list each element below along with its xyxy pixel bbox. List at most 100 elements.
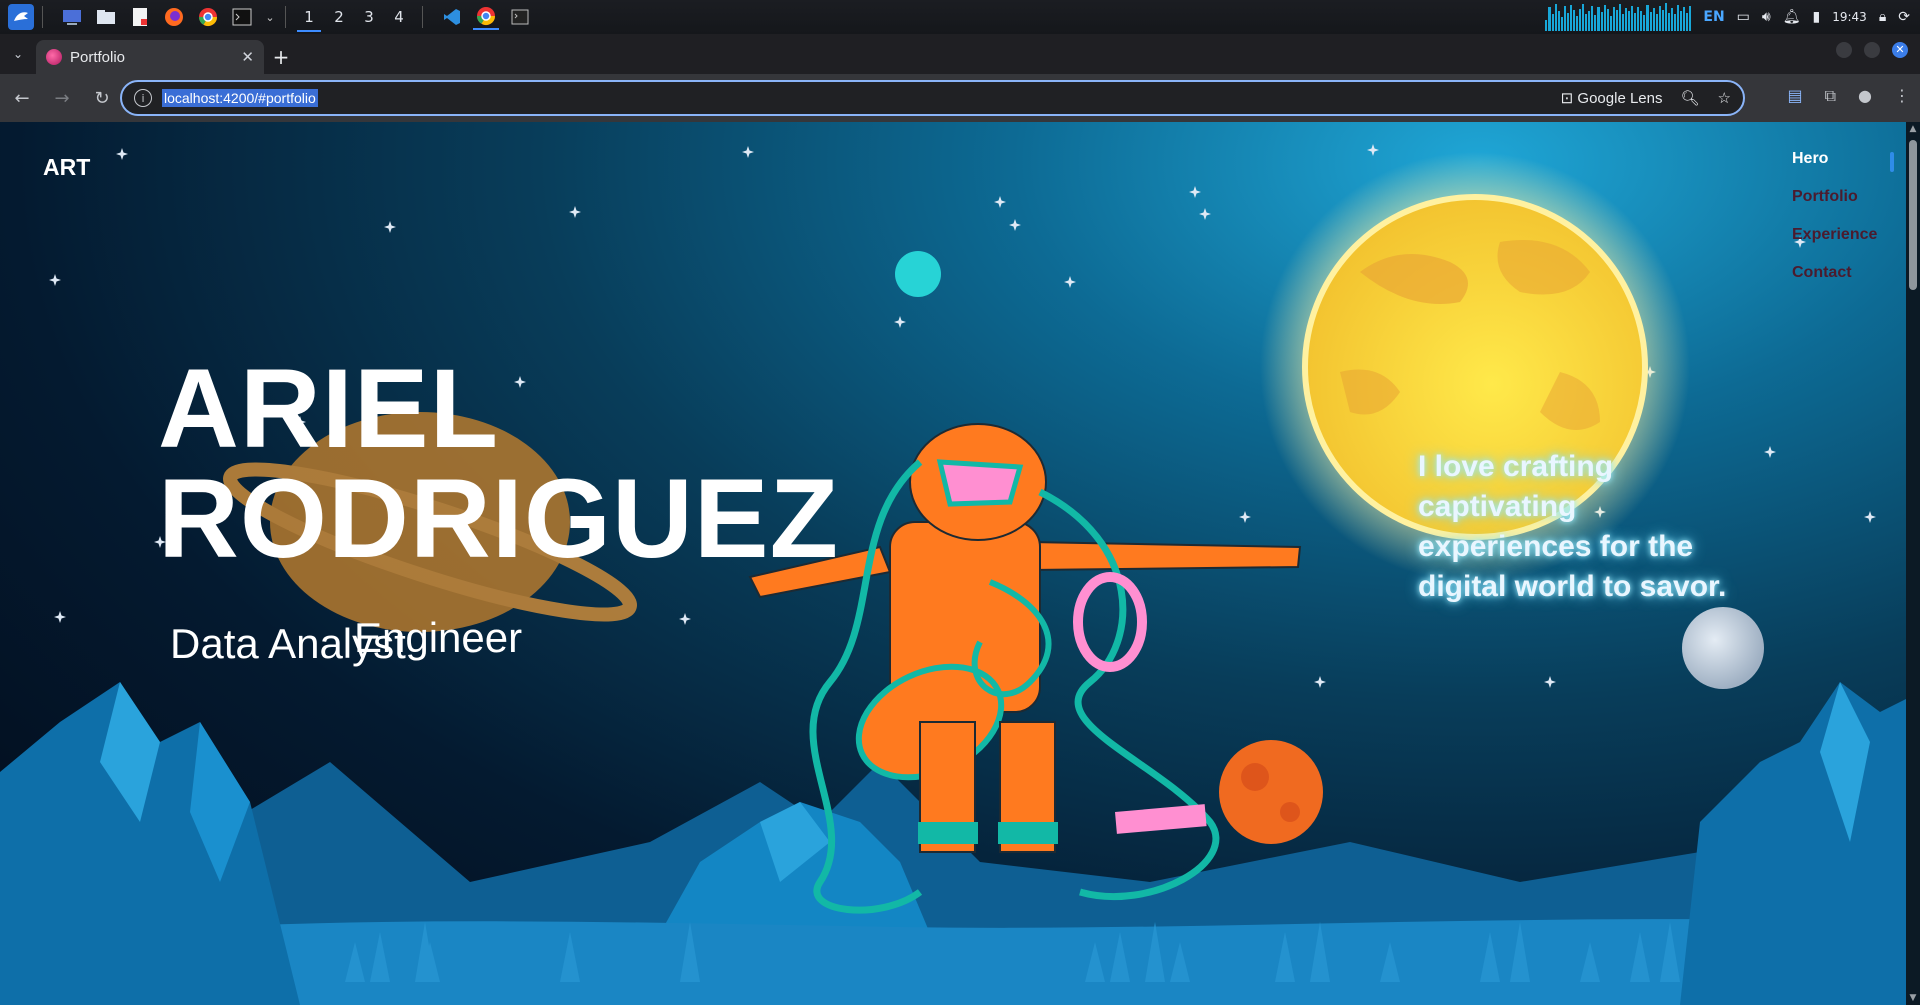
cpu-graph-bar	[1612, 6, 1615, 31]
page-scrollbar[interactable]: ▲ ▼	[1906, 122, 1920, 1005]
cpu-graph-bar	[1569, 5, 1572, 31]
desktop-icon[interactable]	[59, 4, 85, 30]
workspace-4-button[interactable]: 4	[384, 2, 414, 32]
taskbar-separator	[285, 6, 286, 28]
reading-list-icon[interactable]: ▤	[1787, 86, 1802, 106]
keyboard-layout-indicator[interactable]: EN	[1703, 9, 1724, 25]
hero-tagline: I love crafting captivating experiences …	[1418, 450, 1727, 603]
chrome-icon[interactable]	[195, 4, 221, 30]
cpu-graph-bar	[1686, 13, 1689, 31]
cpu-graph-bar	[1689, 6, 1692, 31]
cpu-graph-bar	[1576, 15, 1579, 31]
browser-toolbar: ← → ↻ i localhost:4200/#portfolio ⊡ Goog…	[0, 74, 1920, 122]
nav-item-experience[interactable]: Experience	[1792, 226, 1877, 244]
cpu-graph-bar	[1600, 12, 1603, 31]
cpu-graph-bar	[1566, 12, 1569, 31]
chevron-down-icon[interactable]: ⌄	[263, 4, 277, 30]
section-nav: Hero Portfolio Experience Contact	[1792, 150, 1877, 282]
reload-button[interactable]: ↻	[84, 80, 120, 116]
extensions-puzzle-icon[interactable]: ⧉	[1825, 86, 1836, 106]
clock[interactable]: 19:43	[1832, 10, 1867, 24]
kali-menu-icon[interactable]	[8, 4, 34, 30]
cpu-graph-bar	[1609, 16, 1612, 31]
cpu-graph-bar	[1563, 6, 1566, 31]
bookmark-star-icon[interactable]: ☆	[1718, 89, 1731, 107]
nav-item-portfolio[interactable]: Portfolio	[1792, 188, 1877, 206]
notification-bell-icon[interactable]: 🔔︎	[1783, 9, 1801, 25]
nav-item-hero[interactable]: Hero	[1792, 150, 1877, 168]
site-info-icon[interactable]: i	[134, 89, 152, 107]
workspace-2-button[interactable]: 2	[324, 2, 354, 32]
star	[569, 206, 581, 218]
page-viewport: ART Hero Portfolio Experience Contact AR…	[0, 122, 1920, 1005]
orange-planet	[1219, 740, 1323, 844]
tab-search-icon[interactable]: ⌄	[0, 34, 36, 74]
cpu-graph-bar	[1637, 6, 1640, 31]
vscode-window-icon[interactable]	[439, 4, 465, 30]
chrome-window-icon[interactable]	[473, 4, 499, 30]
cpu-graph-bar	[1603, 4, 1606, 31]
cpu-graph-bar	[1554, 4, 1557, 31]
forward-button[interactable]: →	[44, 80, 80, 116]
browser-tabstrip: ⌄ Portfolio ✕ + ✕	[0, 34, 1920, 74]
lock-screen-icon[interactable]: 🔒︎	[1879, 9, 1886, 25]
nav-item-contact[interactable]: Contact	[1792, 264, 1877, 282]
terminal-icon[interactable]	[229, 4, 255, 30]
cpu-graph-bar	[1652, 7, 1655, 31]
nav-active-indicator	[1890, 152, 1894, 172]
zoom-icon[interactable]: 🔍︎	[1681, 89, 1700, 107]
power-icon[interactable]: ⟳	[1898, 9, 1910, 25]
workspace-1-button[interactable]: 1	[294, 2, 324, 32]
display-icon[interactable]: ▭	[1737, 9, 1750, 25]
site-logo[interactable]: ART	[43, 154, 90, 181]
cpu-graph-bar	[1625, 8, 1628, 31]
back-button[interactable]: ←	[4, 80, 40, 116]
right-cliffs	[1680, 682, 1920, 1005]
star	[384, 221, 396, 233]
cpu-graph-bar	[1649, 11, 1652, 31]
cpu-graph-bar	[1594, 14, 1597, 31]
system-tray: EN ▭ 🔊︎ 🔔︎ ▮ 19:43 🔒︎ ⟳	[1545, 0, 1920, 34]
new-tab-button[interactable]: +	[264, 40, 298, 74]
google-lens-button[interactable]: ⊡ Google Lens	[1561, 89, 1663, 107]
firefox-icon[interactable]	[161, 4, 187, 30]
cpu-graph-bar	[1670, 8, 1673, 31]
scrollbar-thumb[interactable]	[1909, 140, 1917, 290]
profile-icon[interactable]: ●	[1858, 86, 1872, 106]
minimize-button[interactable]	[1836, 42, 1852, 58]
star	[1189, 186, 1201, 198]
star	[1864, 511, 1876, 523]
workspace-3-button[interactable]: 3	[354, 2, 384, 32]
cpu-graph-bar	[1628, 11, 1631, 31]
cpu-graph-bar	[1683, 7, 1686, 31]
star	[116, 148, 128, 160]
maximize-button[interactable]	[1864, 42, 1880, 58]
toolbar-extensions: ▤ ⧉ ● ⋮	[1787, 86, 1910, 106]
volume-icon[interactable]: 🔊︎	[1762, 9, 1771, 25]
address-bar-url[interactable]: localhost:4200/#portfolio	[162, 89, 318, 107]
text-editor-icon[interactable]	[127, 4, 153, 30]
menu-kebab-icon[interactable]: ⋮	[1894, 86, 1910, 106]
scroll-up-arrow-icon[interactable]: ▲	[1906, 124, 1920, 134]
os-taskbar: ⌄ 1 2 3 4 EN ▭ 🔊︎ 🔔︎ ▮ 19:43 🔒︎ ⟳	[0, 0, 1920, 34]
cpu-graph-bar	[1545, 19, 1548, 31]
cpu-graph-bar	[1585, 13, 1588, 31]
cpu-graph-bar	[1579, 8, 1582, 31]
address-bar[interactable]: i localhost:4200/#portfolio ⊡ Google Len…	[120, 80, 1745, 116]
star	[679, 613, 691, 625]
google-lens-label: Google Lens	[1577, 90, 1663, 107]
cpu-graph-bar	[1597, 7, 1600, 31]
cpu-graph-bar	[1560, 17, 1563, 31]
battery-icon[interactable]: ▮	[1813, 9, 1821, 25]
browser-tab-portfolio[interactable]: Portfolio ✕	[36, 40, 264, 74]
cpu-graph-bar	[1680, 11, 1683, 31]
file-manager-icon[interactable]	[93, 4, 119, 30]
close-window-button[interactable]: ✕	[1892, 42, 1908, 58]
close-tab-icon[interactable]: ✕	[241, 48, 254, 66]
scroll-down-arrow-icon[interactable]: ▼	[1906, 993, 1920, 1003]
cpu-graph-bar	[1548, 7, 1551, 31]
hero-name: ARIEL RODRIGUEZ	[158, 353, 839, 575]
cyan-moon	[895, 251, 941, 297]
cpu-graph-bar	[1572, 10, 1575, 31]
terminal-window-icon[interactable]	[507, 4, 533, 30]
